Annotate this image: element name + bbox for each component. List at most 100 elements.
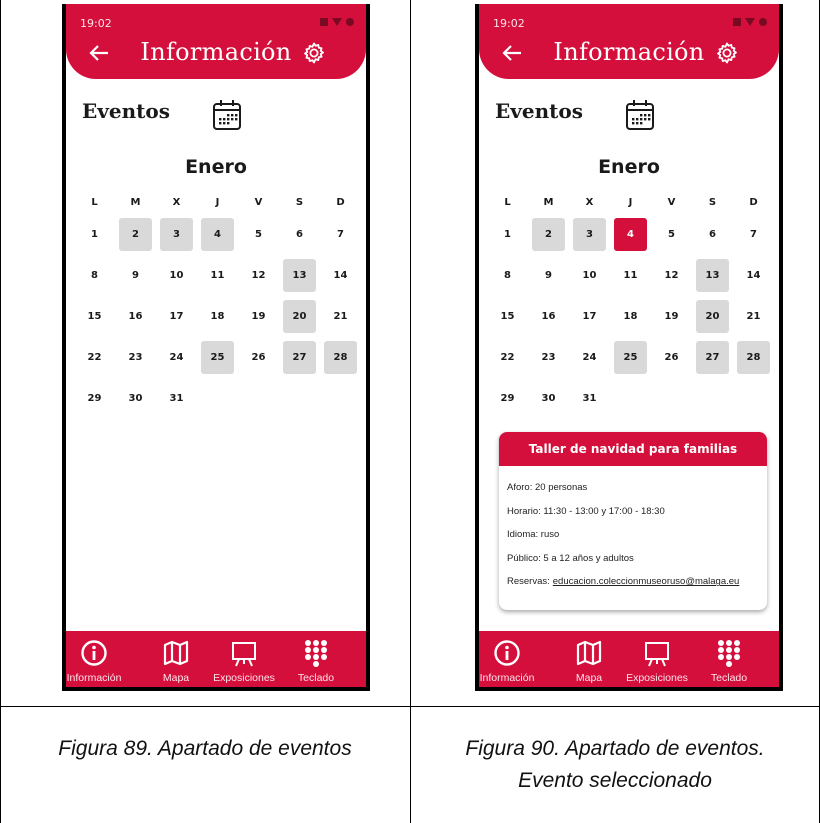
- calendar-day-event[interactable]: 13: [696, 259, 729, 292]
- calendar-day[interactable]: 8: [491, 259, 524, 292]
- calendar-day[interactable]: 7: [737, 218, 770, 251]
- calendar-day[interactable]: 5: [242, 218, 275, 251]
- app-header: 19:02 Información: [66, 4, 366, 79]
- calendar-day[interactable]: 17: [573, 300, 606, 333]
- calendar-day-event[interactable]: 27: [696, 341, 729, 374]
- calendar-day[interactable]: 31: [573, 382, 606, 415]
- calendar-day[interactable]: 8: [78, 259, 111, 292]
- calendar-day[interactable]: 9: [119, 259, 152, 292]
- calendar-day[interactable]: 30: [532, 382, 565, 415]
- calendar-day[interactable]: 18: [614, 300, 647, 333]
- calendar-day[interactable]: 18: [201, 300, 234, 333]
- weekday-cell: M: [115, 190, 156, 214]
- calendar-day[interactable]: 22: [491, 341, 524, 374]
- calendar-cell: 4: [197, 214, 238, 255]
- calendar-week-row: 29 30 31: [487, 378, 774, 419]
- calendar-day-event[interactable]: 20: [283, 300, 316, 333]
- calendar-day[interactable]: 16: [532, 300, 565, 333]
- calendar-day[interactable]: 15: [491, 300, 524, 333]
- weekday-cell: J: [197, 190, 238, 214]
- nav-label: Exposiciones: [213, 672, 275, 684]
- calendar-day-event[interactable]: 25: [614, 341, 647, 374]
- calendar-day[interactable]: 24: [160, 341, 193, 374]
- calendar-day[interactable]: 11: [614, 259, 647, 292]
- nav-item-información[interactable]: Información: [66, 631, 130, 687]
- calendar-day[interactable]: 21: [324, 300, 357, 333]
- calendar-day-event[interactable]: 2: [532, 218, 565, 251]
- calendar-day-event[interactable]: 20: [696, 300, 729, 333]
- calendar-day[interactable]: 5: [655, 218, 688, 251]
- calendar-week-row: 15 16 17 18 19 20 21: [487, 296, 774, 337]
- calendar-day[interactable]: 30: [119, 382, 152, 415]
- calendar-cell: 1: [74, 214, 115, 255]
- nav-item-exposiciones[interactable]: Exposiciones: [208, 631, 280, 687]
- calendar-day[interactable]: 29: [491, 382, 524, 415]
- calendar-day-event[interactable]: 3: [160, 218, 193, 251]
- calendar-day[interactable]: 23: [119, 341, 152, 374]
- calendar-day[interactable]: 14: [324, 259, 357, 292]
- calendar-grid: L M X J V S D 1 2 3 4 5 6 7 8 9 10 11 12 13 14 15 16 17 18 19 20 21…: [74, 190, 361, 419]
- calendar-day[interactable]: 26: [242, 341, 275, 374]
- calendar-icon[interactable]: [211, 98, 243, 132]
- event-language: Idioma: ruso: [507, 529, 560, 541]
- weekday-cell: X: [569, 190, 610, 214]
- calendar-day[interactable]: 19: [242, 300, 275, 333]
- calendar-day[interactable]: 10: [573, 259, 606, 292]
- calendar-day-selected[interactable]: 4: [614, 218, 647, 251]
- calendar-day[interactable]: 12: [242, 259, 275, 292]
- calendar-day[interactable]: 10: [160, 259, 193, 292]
- calendar-day[interactable]: 11: [201, 259, 234, 292]
- calendar-cell: 12: [238, 255, 279, 296]
- calendar-day[interactable]: 6: [283, 218, 316, 251]
- calendar-day-event[interactable]: 25: [201, 341, 234, 374]
- calendar-day[interactable]: 23: [532, 341, 565, 374]
- calendar-cell: 24: [569, 337, 610, 378]
- calendar-day[interactable]: 6: [696, 218, 729, 251]
- bottom-navigation: Información Mapa Exposiciones Teclado: [479, 631, 779, 687]
- calendar-cell: 14: [320, 255, 361, 296]
- nav-item-teclado[interactable]: Teclado: [280, 631, 352, 687]
- calendar-day[interactable]: 1: [78, 218, 111, 251]
- nav-item-exposiciones[interactable]: Exposiciones: [621, 631, 693, 687]
- nav-item-información[interactable]: Información: [479, 631, 543, 687]
- status-icons: [733, 18, 767, 26]
- calendar-day[interactable]: 22: [78, 341, 111, 374]
- calendar-day[interactable]: 7: [324, 218, 357, 251]
- calendar-day-event[interactable]: 13: [283, 259, 316, 292]
- calendar-day[interactable]: 17: [160, 300, 193, 333]
- calendar-day[interactable]: 1: [491, 218, 524, 251]
- calendar-icon[interactable]: [624, 98, 656, 132]
- info-icon: [494, 640, 520, 666]
- calendar-day-event[interactable]: 2: [119, 218, 152, 251]
- calendar-day[interactable]: 15: [78, 300, 111, 333]
- calendar-day[interactable]: 16: [119, 300, 152, 333]
- calendar-cell: 26: [238, 337, 279, 378]
- calendar-cell: 9: [528, 255, 569, 296]
- nav-item-teclado[interactable]: Teclado: [693, 631, 765, 687]
- weekday-label: X: [585, 196, 594, 208]
- month-label: Enero: [185, 156, 247, 178]
- nav-item-mapa[interactable]: Mapa: [553, 631, 625, 687]
- calendar-day[interactable]: 19: [655, 300, 688, 333]
- calendar-day-event[interactable]: 4: [201, 218, 234, 251]
- calendar-cell: 15: [487, 296, 528, 337]
- calendar-day[interactable]: 26: [655, 341, 688, 374]
- gear-icon[interactable]: [302, 41, 326, 65]
- calendar-day[interactable]: 24: [573, 341, 606, 374]
- calendar-cell: 7: [733, 214, 774, 255]
- reservations-email-link[interactable]: educacion.coleccionmuseoruso@malaga.eu: [553, 576, 740, 587]
- nav-item-mapa[interactable]: Mapa: [140, 631, 212, 687]
- calendar-day[interactable]: 14: [737, 259, 770, 292]
- reservations-label: Reservas:: [507, 576, 550, 588]
- calendar-day[interactable]: 12: [655, 259, 688, 292]
- calendar-day[interactable]: 29: [78, 382, 111, 415]
- calendar-day-event[interactable]: 27: [283, 341, 316, 374]
- calendar-day-event[interactable]: 3: [573, 218, 606, 251]
- gear-icon[interactable]: [715, 41, 739, 65]
- calendar-day[interactable]: 21: [737, 300, 770, 333]
- calendar-cell: 8: [74, 255, 115, 296]
- calendar-day[interactable]: 31: [160, 382, 193, 415]
- calendar-day[interactable]: 9: [532, 259, 565, 292]
- calendar-day-event[interactable]: 28: [737, 341, 770, 374]
- calendar-day-event[interactable]: 28: [324, 341, 357, 374]
